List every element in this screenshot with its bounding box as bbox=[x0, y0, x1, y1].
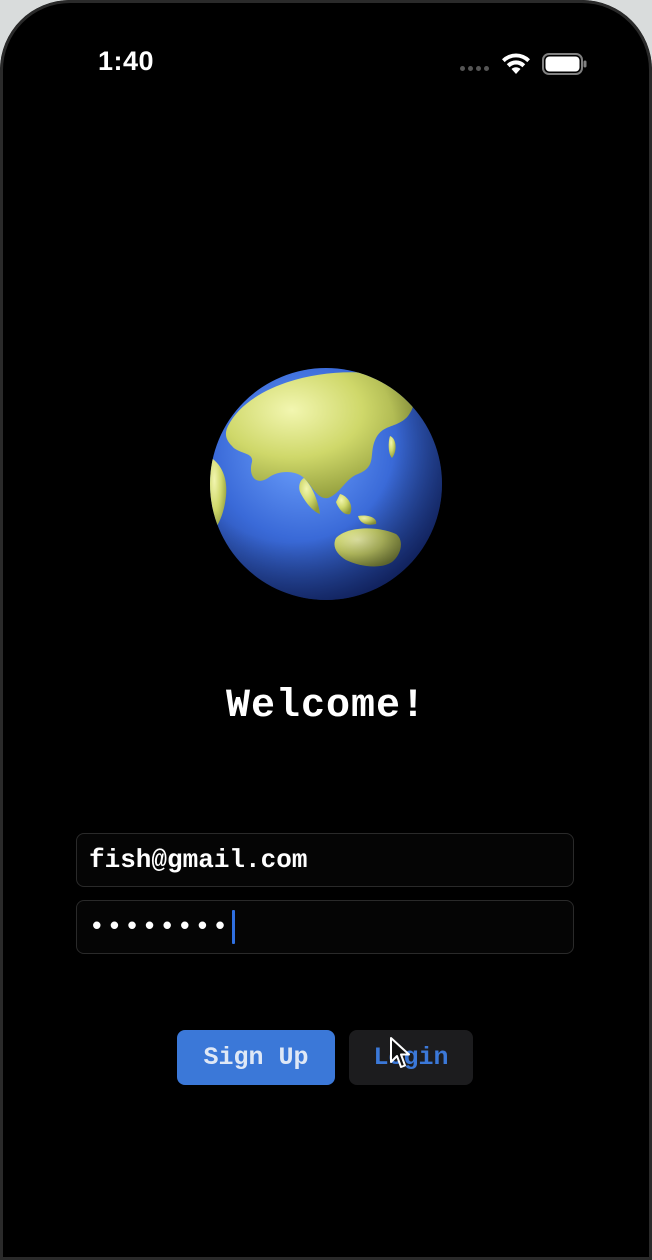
password-value: •••••••• bbox=[89, 912, 230, 942]
phone-screen: 1:40 Welcome! fish@gmail.com •••••••• Si… bbox=[0, 0, 652, 1260]
signal-dots-icon bbox=[460, 66, 489, 71]
mouse-pointer-icon bbox=[390, 1037, 410, 1068]
battery-icon bbox=[542, 53, 587, 75]
text-caret bbox=[231, 910, 235, 944]
earth-globe-icon bbox=[210, 368, 442, 600]
sign-up-button[interactable]: Sign Up bbox=[177, 1030, 335, 1085]
status-time: 1:40 bbox=[98, 46, 155, 76]
email-field[interactable]: fish@gmail.com bbox=[76, 833, 574, 887]
password-field[interactable]: •••••••• bbox=[76, 900, 574, 954]
wifi-icon bbox=[502, 53, 530, 74]
welcome-title: Welcome! bbox=[225, 684, 427, 729]
email-value: fish@gmail.com bbox=[89, 845, 308, 875]
